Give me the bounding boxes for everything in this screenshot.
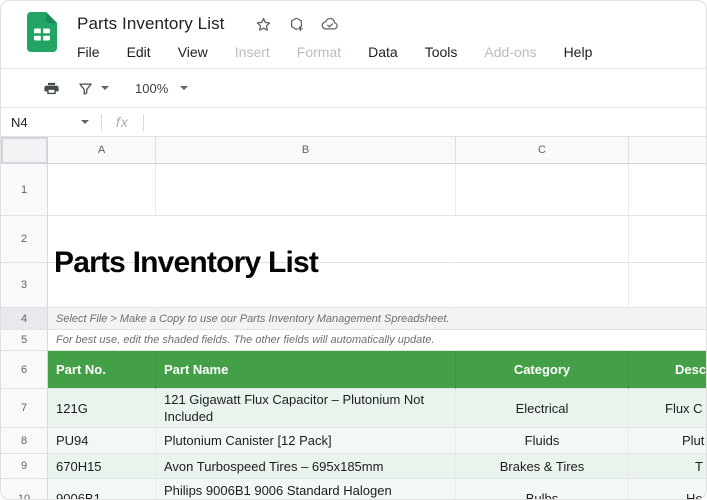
row-header-7[interactable]: 7 bbox=[1, 389, 48, 428]
column-headers: A B C D bbox=[1, 137, 706, 164]
menu-bar: File Edit View Insert Format Data Tools … bbox=[77, 39, 592, 65]
cell-category[interactable]: Bulbs bbox=[456, 479, 629, 499]
badge-plus-icon[interactable] bbox=[288, 15, 306, 33]
cell-reference: N4 bbox=[11, 114, 28, 130]
row-4: 4 Select File > Make a Copy to use our P… bbox=[1, 308, 706, 330]
cell-part-name[interactable]: Philips 9006B1 9006 Standard Halogen Rep… bbox=[156, 479, 456, 499]
cell-category[interactable]: Brakes & Tires bbox=[456, 454, 629, 479]
document-title-row: Parts Inventory List bbox=[77, 10, 592, 38]
cell-description[interactable]: Hea bbox=[629, 479, 706, 499]
row-header-10[interactable]: 10 bbox=[1, 479, 48, 499]
column-header-c[interactable]: C bbox=[456, 137, 629, 164]
row-header-8[interactable]: 8 bbox=[1, 428, 48, 454]
header-category[interactable]: Category bbox=[456, 351, 629, 389]
column-header-a[interactable]: A bbox=[48, 137, 156, 164]
chevron-down-icon bbox=[180, 86, 189, 90]
filter-control[interactable] bbox=[75, 78, 109, 98]
header-part-name[interactable]: Part Name bbox=[156, 351, 456, 389]
cell-part-name[interactable]: Plutonium Canister [12 Pack] bbox=[156, 428, 456, 454]
table-row: 8 PU94 Plutonium Canister [12 Pack] Flui… bbox=[1, 428, 706, 454]
cell-d2[interactable] bbox=[629, 216, 706, 263]
titlebar-right: Parts Inventory List File Edit View Inse… bbox=[77, 10, 592, 65]
row-header-2[interactable]: 2 bbox=[1, 216, 48, 263]
formula-bar: N4 fx bbox=[1, 108, 706, 137]
document-actions bbox=[255, 15, 339, 33]
row-header-3[interactable]: 3 bbox=[1, 263, 48, 308]
cell-d3[interactable] bbox=[629, 263, 706, 308]
name-box[interactable]: N4 bbox=[1, 115, 101, 130]
table-row: 9 670H15 Avon Turbospeed Tires – 695x185… bbox=[1, 454, 706, 479]
note-text: Select File > Make a Copy to use our Par… bbox=[56, 312, 450, 325]
cell-category[interactable]: Fluids bbox=[456, 428, 629, 454]
header-description[interactable]: Desc bbox=[629, 351, 706, 389]
cell-description[interactable]: Plut bbox=[629, 428, 706, 454]
menu-add-ons: Add-ons bbox=[484, 44, 537, 60]
cell-part-no[interactable]: PU94 bbox=[48, 428, 156, 454]
cell-part-no[interactable]: 670H15 bbox=[48, 454, 156, 479]
menu-file[interactable]: File bbox=[77, 44, 100, 60]
sheet-title: Parts Inventory List bbox=[54, 246, 319, 279]
table-row: 10 9006B1 Philips 9006B1 9006 Standard H… bbox=[1, 479, 706, 499]
row-header-6[interactable]: 6 bbox=[1, 351, 48, 389]
cell-part-no[interactable]: 121G bbox=[48, 389, 156, 428]
row-5: 5 For best use, edit the shaded fields. … bbox=[1, 330, 706, 351]
sheets-logo-icon[interactable] bbox=[27, 12, 57, 52]
menu-view[interactable]: View bbox=[178, 44, 208, 60]
formula-input[interactable] bbox=[144, 108, 706, 136]
sheet-grid: A B C D 1 2 3 bbox=[1, 137, 706, 499]
row-header-5[interactable]: 5 bbox=[1, 330, 48, 351]
star-icon[interactable] bbox=[255, 15, 273, 33]
title-bar: Parts Inventory List File Edit View Inse… bbox=[1, 1, 706, 69]
spreadsheet-window: Parts Inventory List File Edit View Inse… bbox=[0, 0, 707, 500]
toolbar: 100% bbox=[1, 69, 706, 108]
menu-tools[interactable]: Tools bbox=[425, 44, 458, 60]
cell-c2[interactable] bbox=[456, 216, 629, 263]
cell-part-no[interactable]: 9006B1 bbox=[48, 479, 156, 499]
row-header-1[interactable]: 1 bbox=[1, 164, 48, 216]
cell-a1[interactable] bbox=[48, 164, 156, 216]
row-6-table-header: 6 Part No. Part Name Category Desc bbox=[1, 351, 706, 389]
cell-part-name[interactable]: 121 Gigawatt Flux Capacitor – Plutonium … bbox=[156, 389, 456, 428]
menu-edit[interactable]: Edit bbox=[127, 44, 151, 60]
note-row-2[interactable]: For best use, edit the shaded fields. Th… bbox=[48, 330, 706, 351]
menu-help[interactable]: Help bbox=[564, 44, 593, 60]
fx-icon: fx bbox=[116, 114, 129, 130]
print-icon[interactable] bbox=[41, 78, 61, 98]
column-header-d[interactable]: D bbox=[629, 137, 706, 164]
column-header-b[interactable]: B bbox=[156, 137, 456, 164]
cell-d1[interactable] bbox=[629, 164, 706, 216]
cell-part-name[interactable]: Avon Turbospeed Tires – 695x185mm bbox=[156, 454, 456, 479]
cell-category[interactable]: Electrical bbox=[456, 389, 629, 428]
zoom-control[interactable]: 100% bbox=[135, 80, 189, 96]
note-text: For best use, edit the shaded fields. Th… bbox=[56, 334, 435, 346]
menu-format: Format bbox=[296, 44, 342, 60]
chevron-down-icon bbox=[101, 86, 109, 90]
filter-icon bbox=[75, 78, 95, 98]
zoom-value: 100% bbox=[135, 80, 169, 96]
table-row: 7 121G 121 Gigawatt Flux Capacitor – Plu… bbox=[1, 389, 706, 428]
note-row-1[interactable]: Select File > Make a Copy to use our Par… bbox=[48, 308, 706, 330]
cell-description[interactable]: T bbox=[629, 454, 706, 479]
document-title[interactable]: Parts Inventory List bbox=[77, 14, 225, 34]
cell-b1[interactable] bbox=[156, 164, 456, 216]
cell-c3[interactable] bbox=[456, 263, 629, 308]
cell-c1[interactable] bbox=[456, 164, 629, 216]
header-part-no[interactable]: Part No. bbox=[48, 351, 156, 389]
chevron-down-icon bbox=[81, 120, 89, 124]
menu-insert: Insert bbox=[234, 44, 270, 60]
row-header-9[interactable]: 9 bbox=[1, 454, 48, 479]
menu-data[interactable]: Data bbox=[368, 44, 398, 60]
row-1: 1 bbox=[1, 164, 706, 216]
cell-description[interactable]: Flux C bbox=[629, 389, 706, 428]
cloud-check-icon bbox=[321, 15, 339, 33]
row-header-4[interactable]: 4 bbox=[1, 308, 48, 330]
select-all-corner[interactable] bbox=[1, 137, 48, 164]
